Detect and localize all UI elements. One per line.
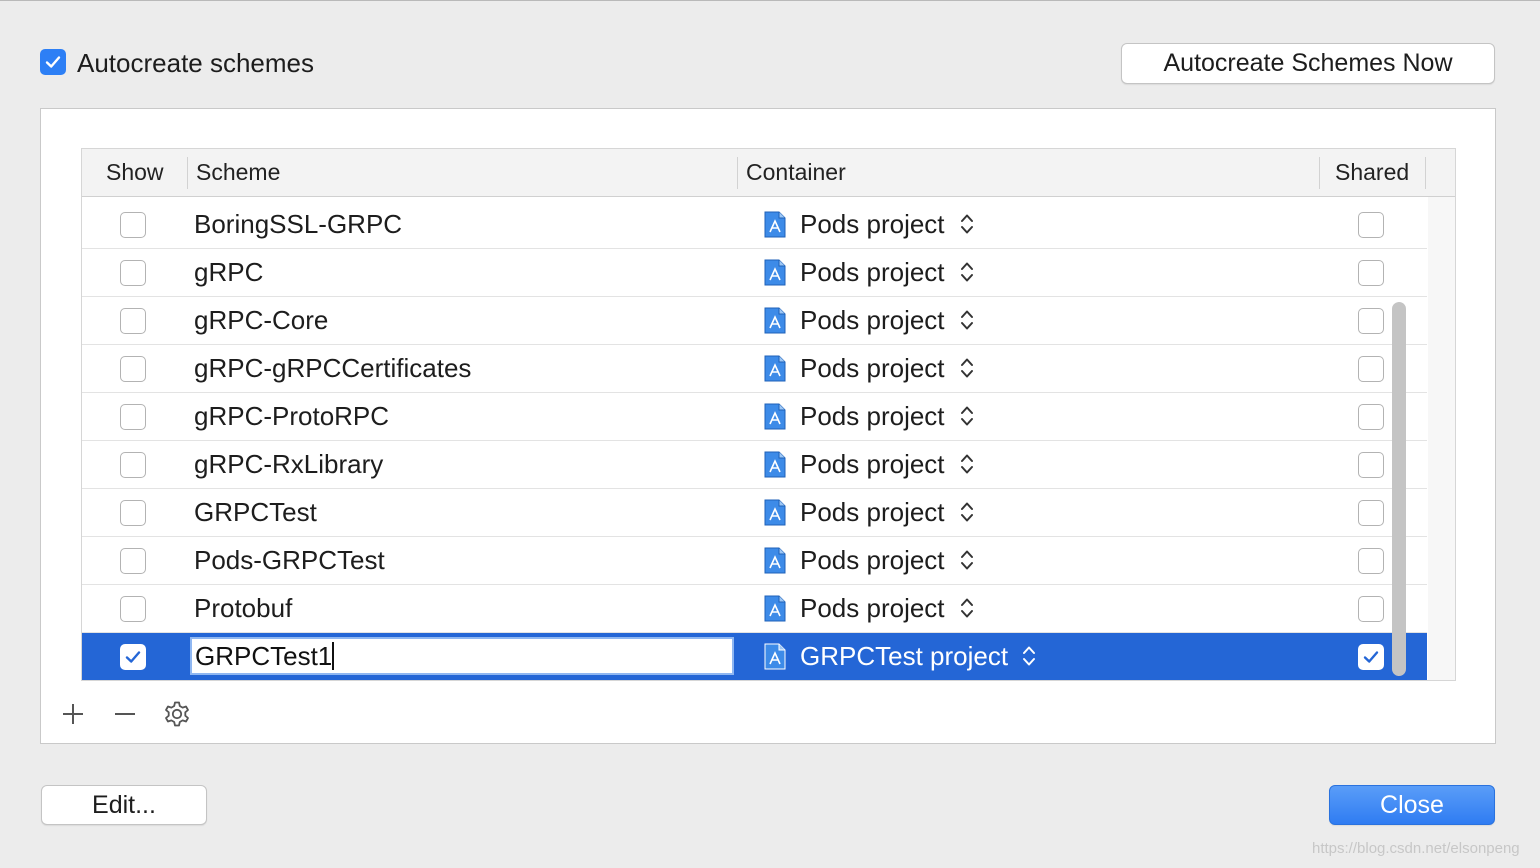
show-checkbox[interactable] <box>120 596 146 622</box>
show-checkbox[interactable] <box>120 308 146 334</box>
xcode-project-icon <box>764 499 786 526</box>
xcode-project-icon <box>764 451 786 478</box>
column-separator[interactable] <box>737 157 738 189</box>
plus-icon[interactable] <box>61 702 85 726</box>
column-separator[interactable] <box>187 157 188 189</box>
minus-icon[interactable] <box>113 702 137 726</box>
xcode-project-icon <box>764 643 786 670</box>
updown-chevron-icon[interactable] <box>960 452 974 476</box>
table-header: Show Scheme Container Shared <box>82 149 1455 197</box>
window-top-edge <box>0 0 1540 1</box>
checkmark-icon <box>125 651 141 663</box>
checkmark-icon <box>45 56 61 68</box>
updown-chevron-icon[interactable] <box>960 596 974 620</box>
column-header-container[interactable]: Container <box>746 149 846 196</box>
shared-checkbox[interactable] <box>1358 644 1384 670</box>
autocreate-schemes-checkbox[interactable] <box>40 49 66 75</box>
schemes-table: Show Scheme Container Shared BoringSSL-G… <box>81 148 1456 681</box>
updown-chevron-icon[interactable] <box>960 500 974 524</box>
table-row[interactable]: gRPC-gRPCCertificates Pods project <box>82 345 1427 393</box>
shared-checkbox[interactable] <box>1358 452 1384 478</box>
container-name[interactable]: Pods project <box>800 201 945 248</box>
updown-chevron-icon[interactable] <box>960 404 974 428</box>
scheme-name[interactable]: gRPC-Core <box>194 297 328 344</box>
updown-chevron-icon[interactable] <box>960 212 974 236</box>
close-button[interactable]: Close <box>1329 785 1495 825</box>
scheme-name-input-value: GRPCTest1 <box>195 641 333 671</box>
updown-chevron-icon[interactable] <box>960 260 974 284</box>
container-name[interactable]: Pods project <box>800 249 945 296</box>
table-row[interactable]: gRPC-ProtoRPC Pods project <box>82 393 1427 441</box>
edit-button[interactable]: Edit... <box>41 785 207 825</box>
xcode-project-icon <box>764 259 786 286</box>
scrollbar-thumb[interactable] <box>1392 302 1406 676</box>
autocreate-schemes-label[interactable]: Autocreate schemes <box>77 48 314 78</box>
shared-checkbox[interactable] <box>1358 260 1384 286</box>
show-checkbox[interactable] <box>120 404 146 430</box>
container-name[interactable]: Pods project <box>800 585 945 632</box>
xcode-project-icon <box>764 211 786 238</box>
column-separator[interactable] <box>1425 157 1426 189</box>
table-row[interactable]: gRPC-Core Pods project <box>82 297 1427 345</box>
scheme-name[interactable]: Pods-GRPCTest <box>194 537 385 584</box>
shared-checkbox[interactable] <box>1358 404 1384 430</box>
shared-checkbox[interactable] <box>1358 548 1384 574</box>
show-checkbox[interactable] <box>120 500 146 526</box>
table-row[interactable]: Protobuf Pods project <box>82 585 1427 633</box>
show-checkbox[interactable] <box>120 644 146 670</box>
table-row[interactable]: gRPC Pods project <box>82 249 1427 297</box>
table-row[interactable]: Pods-GRPCTest Pods project <box>82 537 1427 585</box>
xcode-project-icon <box>764 355 786 382</box>
watermark: https://blog.csdn.net/elsonpeng <box>1312 840 1520 857</box>
scheme-name[interactable]: gRPC <box>194 249 263 296</box>
container-name[interactable]: Pods project <box>800 393 945 440</box>
xcode-project-icon <box>764 403 786 430</box>
column-header-shared[interactable]: Shared <box>1335 149 1409 196</box>
table-row-selected[interactable]: GRPCTest1 GRPCTest project <box>82 633 1427 680</box>
column-header-scheme[interactable]: Scheme <box>196 149 280 196</box>
updown-chevron-icon[interactable] <box>960 308 974 332</box>
show-checkbox[interactable] <box>120 212 146 238</box>
show-checkbox[interactable] <box>120 356 146 382</box>
table-row[interactable]: gRPC-RxLibrary Pods project <box>82 441 1427 489</box>
updown-chevron-icon[interactable] <box>1022 644 1036 668</box>
scheme-name[interactable]: gRPC-ProtoRPC <box>194 393 389 440</box>
column-separator[interactable] <box>1319 157 1320 189</box>
show-checkbox[interactable] <box>120 260 146 286</box>
table-row[interactable]: BoringSSL-GRPC Pods project <box>82 201 1427 249</box>
scrollbar-track[interactable] <box>1428 197 1455 680</box>
shared-checkbox[interactable] <box>1358 356 1384 382</box>
scheme-name[interactable]: GRPCTest <box>194 489 317 536</box>
scheme-name[interactable]: BoringSSL-GRPC <box>194 201 402 248</box>
container-name[interactable]: Pods project <box>800 441 945 488</box>
shared-checkbox[interactable] <box>1358 212 1384 238</box>
checkmark-icon <box>1363 651 1379 663</box>
scheme-name[interactable]: gRPC-RxLibrary <box>194 441 383 488</box>
scheme-name[interactable]: Protobuf <box>194 585 292 632</box>
xcode-project-icon <box>764 307 786 334</box>
container-name[interactable]: Pods project <box>800 537 945 584</box>
updown-chevron-icon[interactable] <box>960 548 974 572</box>
text-caret <box>332 642 335 670</box>
container-name[interactable]: Pods project <box>800 345 945 392</box>
schemes-panel: Show Scheme Container Shared BoringSSL-G… <box>40 108 1496 744</box>
table-row[interactable]: GRPCTest Pods project <box>82 489 1427 537</box>
scheme-name-edit-field[interactable]: GRPCTest1 <box>190 637 734 675</box>
scheme-name[interactable]: gRPC-gRPCCertificates <box>194 345 471 392</box>
xcode-project-icon <box>764 547 786 574</box>
xcode-project-icon <box>764 595 786 622</box>
shared-checkbox[interactable] <box>1358 596 1384 622</box>
updown-chevron-icon[interactable] <box>960 356 974 380</box>
column-header-show[interactable]: Show <box>106 149 164 196</box>
show-checkbox[interactable] <box>120 452 146 478</box>
shared-checkbox[interactable] <box>1358 308 1384 334</box>
container-name[interactable]: Pods project <box>800 297 945 344</box>
autocreate-schemes-now-button[interactable]: Autocreate Schemes Now <box>1121 43 1495 84</box>
show-checkbox[interactable] <box>120 548 146 574</box>
gear-icon[interactable] <box>163 700 191 728</box>
shared-checkbox[interactable] <box>1358 500 1384 526</box>
container-name[interactable]: Pods project <box>800 489 945 536</box>
container-name[interactable]: GRPCTest project <box>800 633 1008 680</box>
